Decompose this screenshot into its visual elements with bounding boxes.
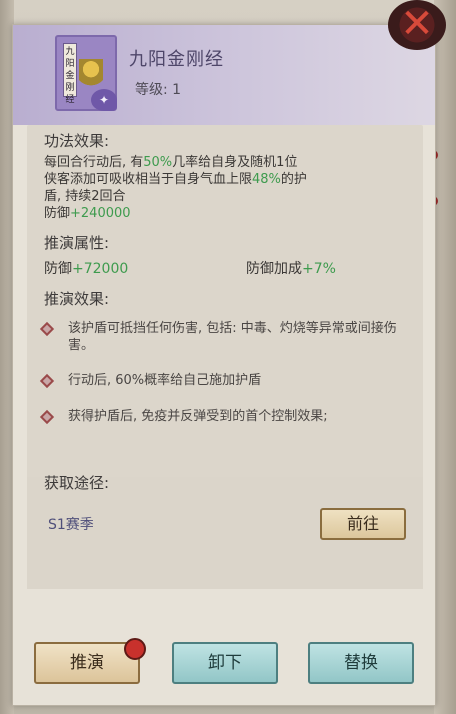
deduce-effects-heading: 推演效果: (44, 290, 110, 308)
skill-effect-line3: 盾, 持续2回合 (44, 189, 126, 204)
replace-button[interactable]: 替换 (308, 642, 414, 684)
deduce-attr-defense-bonus: 防御加成+7% (246, 258, 336, 278)
skill-level: 等级: 1 (135, 82, 182, 98)
deduce-attr1-label: 防御 (44, 261, 72, 277)
unload-button[interactable]: 卸下 (172, 642, 278, 684)
skill-effect-line2-b: 的护 (280, 172, 307, 187)
deduce-effect-text: 该护盾可抵挡任何伤害, 包括: 中毒、灼烧等异常或间接伤害。 (68, 321, 397, 353)
skill-effect-line1-pct: 50% (143, 155, 173, 170)
deduce-effect-text: 行动后, 60%概率给自己施加护盾 (68, 373, 262, 388)
defense-value: +240000 (70, 206, 131, 221)
deduce-attr2-value: +7% (302, 261, 336, 277)
notification-dot-icon (124, 638, 146, 660)
deduce-attr2-label: 防御加成 (246, 261, 302, 277)
panel-header: 九阳金刚经 ✦ 九阳金刚经 等级: 1 (13, 25, 435, 125)
skill-effect-line2-pct: 48% (252, 172, 281, 187)
source-heading: 获取途径: (44, 474, 110, 492)
book-figure-icon (79, 59, 103, 93)
deduce-attr-defense: 防御+72000 (44, 258, 128, 278)
skill-effect-line1-a: 每回合行动后, 有 (44, 155, 144, 170)
skill-effect-line2-a: 侠客添加可吸收相当于自身气血上限 (44, 172, 253, 187)
deduce-attr1-value: +72000 (72, 261, 129, 277)
close-button[interactable]: ✕ (388, 0, 446, 50)
deduce-effect-text: 获得护盾后, 免疫并反弹受到的首个控制效果; (68, 409, 328, 424)
deduce-attrs-heading: 推演属性: (44, 234, 110, 252)
skill-effect-line1-b: 几率给自身及随机1位 (172, 155, 298, 170)
skill-title: 九阳金刚经 (129, 49, 224, 70)
book-cover-label: 九阳金刚经 (63, 43, 77, 105)
book-rank-icon: ✦ (91, 89, 117, 111)
skill-book-icon: 九阳金刚经 ✦ (55, 35, 117, 111)
defense-label: 防御 (44, 206, 71, 221)
go-button[interactable]: 前往 (320, 508, 406, 540)
source-season: S1赛季 (48, 517, 94, 533)
skill-effect-text: 每回合行动后, 有50%几率给自身及随机1位 侠客添加可吸收相当于自身气血上限4… (44, 154, 396, 222)
close-icon: ✕ (400, 1, 434, 47)
skill-effect-heading: 功法效果: (44, 132, 110, 150)
background-right-strip (434, 0, 456, 714)
skill-detail-panel: 九阳金刚经 ✦ 九阳金刚经 等级: 1 (12, 24, 436, 706)
